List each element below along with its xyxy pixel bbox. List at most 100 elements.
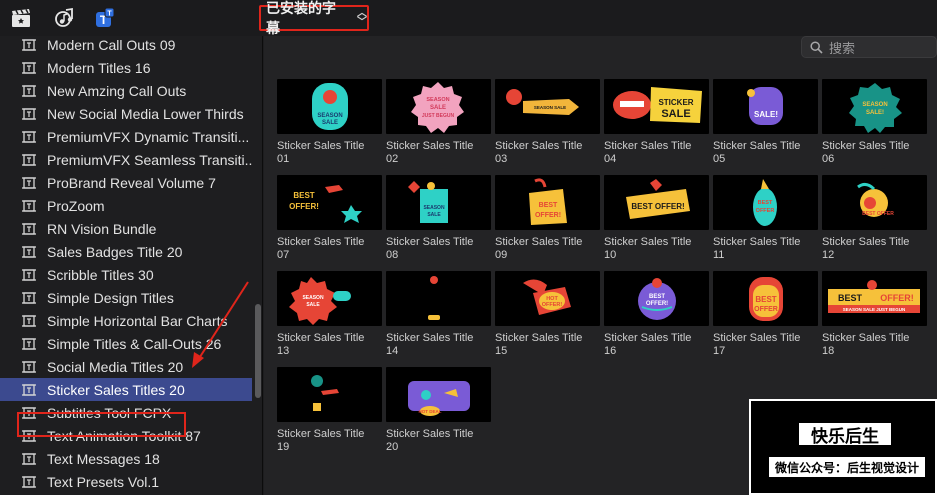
sidebar-item-label: Text Animation Toolkit 87 (47, 427, 201, 444)
search-field[interactable]: 搜索 (801, 36, 937, 58)
sidebar-item-label: ProBrand Reveal Volume 7 (47, 174, 216, 191)
clip-thumbnail[interactable]: BEST OFFER (713, 271, 818, 326)
sidebar-item[interactable]: New Social Media Lower Thirds (0, 102, 252, 125)
sidebar-item[interactable]: RN Vision Bundle (0, 217, 252, 240)
sidebar-item[interactable]: Modern Call Outs 09 (0, 36, 252, 56)
clip-thumbnail[interactable]: BEST OFFER (713, 175, 818, 230)
sidebar-item[interactable]: PremiumVFX Dynamic Transiti... (0, 125, 252, 148)
sidebar-item-label: Sales Badges Title 20 (47, 243, 183, 260)
clip-caption: Sticker Sales Title 16 (604, 332, 709, 358)
clip-item[interactable]: HOT OFFER! Sticker Sales Title 15 (495, 271, 600, 358)
clip-item[interactable]: BEST OFFER Sticker Sales Title 12 (822, 175, 927, 262)
clip-thumbnail[interactable]: SEASON SALE JUST BEGUN (386, 79, 491, 134)
svg-text:BEST OFFER: BEST OFFER (862, 211, 894, 217)
clip-item[interactable]: SEASON SALE Sticker Sales Title 13 (277, 271, 382, 358)
clip-item[interactable]: SEASON SALE JUST BEGUN Sticker Sales Title 0… (386, 79, 491, 166)
clip-item[interactable]: SEASON SALE Sticker Sales Title 08 (386, 175, 491, 262)
clip-number: 03 (495, 153, 508, 165)
search-placeholder: 搜索 (829, 40, 856, 56)
clapper-icon[interactable] (10, 7, 32, 29)
clip-item[interactable]: Sticker Sales Title 19 (277, 367, 382, 454)
clip-number: 13 (277, 345, 290, 357)
clip-thumbnail[interactable] (386, 271, 491, 326)
clip-thumbnail[interactable]: BEST OFFER! SEASON SALE JUST BEGUN (822, 271, 927, 326)
title-template-icon (22, 107, 36, 120)
clip-caption: Sticker Sales Title 05 (713, 140, 818, 166)
svg-text:OFFER!: OFFER! (535, 212, 561, 219)
clip-thumbnail[interactable]: HOT DEAL (386, 367, 491, 422)
sidebar-item[interactable]: Modern Titles 16 (0, 56, 252, 79)
clip-caption: Sticker Sales Title 07 (277, 236, 382, 262)
clip-item[interactable]: BEST OFFER! Sticker Sales Title 16 (604, 271, 709, 358)
clip-caption: Sticker Sales Title 20 (386, 428, 491, 454)
clip-thumbnail[interactable]: BEST OFFER (822, 175, 927, 230)
clip-thumbnail[interactable]: BEST OFFER! (604, 271, 709, 326)
sidebar-item[interactable]: Text Presets Vol.1 (0, 470, 252, 493)
clip-title: Sticker Sales Title (495, 140, 583, 152)
clip-title: Sticker Sales Title (277, 140, 365, 152)
watermark-title: 快乐后生 (799, 423, 891, 446)
title-template-icon (22, 130, 36, 143)
clip-item[interactable]: HOT DEAL Sticker Sales Title 20 (386, 367, 491, 454)
title-template-icon (22, 429, 36, 442)
clip-caption: Sticker Sales Title 08 (386, 236, 491, 262)
clip-title: Sticker Sales Title (277, 332, 365, 344)
clip-thumbnail[interactable] (277, 367, 382, 422)
clip-item[interactable]: BEST OFFER! SEASON SALE JUST BEGUN Sticker … (822, 271, 927, 358)
clip-item[interactable]: BEST OFFER! Sticker Sales Title 10 (604, 175, 709, 262)
sidebar-item[interactable]: Text Messages 18 (0, 447, 252, 470)
svg-text:SEASON: SEASON (302, 295, 324, 301)
sidebar-item[interactable]: Subtitles Tool FCPX (0, 401, 252, 424)
clip-thumbnail[interactable]: STICKER SALE (604, 79, 709, 134)
sidebar-item-label: ProZoom (47, 197, 105, 214)
clip-thumbnail[interactable]: BEST OFFER! (495, 175, 600, 230)
title-template-icon (22, 360, 36, 373)
clip-caption: Sticker Sales Title 17 (713, 332, 818, 358)
svg-text:SALE: SALE (322, 120, 338, 126)
svg-text:SEASON: SEASON (426, 97, 449, 103)
clip-number: 08 (386, 249, 399, 261)
clip-caption: Sticker Sales Title 19 (277, 428, 382, 454)
clip-item[interactable]: SEASON SALE! Sticker Sales Title 06 (822, 79, 927, 166)
sidebar-item[interactable]: Sticker Sales Titles 20 (0, 378, 252, 401)
svg-text:T: T (107, 11, 112, 18)
sidebar-item-label: Simple Design Titles (47, 289, 174, 306)
browser-category-dropdown[interactable]: 已安装的字幕 ︿ ﹀ (259, 0, 369, 36)
titles-icon[interactable]: T T (94, 7, 116, 29)
sidebar-item[interactable]: ProBrand Reveal Volume 7 (0, 171, 252, 194)
sidebar-item-label: New Amzing Call Outs (47, 82, 187, 99)
sidebar-item-label: PremiumVFX Dynamic Transiti... (47, 128, 250, 145)
svg-text:SALE: SALE (306, 302, 320, 308)
clip-item[interactable]: SEASON SALE Sticker Sales Title 03 (495, 79, 600, 166)
clip-thumbnail[interactable]: HOT OFFER! (495, 271, 600, 326)
sidebar-item[interactable]: PremiumVFX Seamless Transiti... (0, 148, 252, 171)
title-template-icon (22, 84, 36, 97)
clip-thumbnail[interactable]: SEASON SALE (495, 79, 600, 134)
sidebar-item[interactable]: Sales Badges Title 20 (0, 240, 252, 263)
clip-caption: Sticker Sales Title 09 (495, 236, 600, 262)
clip-item[interactable]: BEST OFFER Sticker Sales Title 17 (713, 271, 818, 358)
sidebar-item[interactable]: New Amzing Call Outs (0, 79, 252, 102)
clip-item[interactable]: STICKER SALE Sticker Sales Title 04 (604, 79, 709, 166)
clip-item[interactable]: BEST OFFER! Sticker Sales Title 07 (277, 175, 382, 262)
sidebar-item[interactable]: Text Animation Toolkit 87 (0, 424, 252, 447)
svg-text:SEASON SALE: SEASON SALE (534, 105, 566, 110)
clip-item[interactable]: SEASON SALE Sticker Sales Title 01 (277, 79, 382, 166)
clip-thumbnail[interactable]: SEASON SALE! (822, 79, 927, 134)
sidebar-item[interactable]: ProZoom (0, 194, 252, 217)
clip-caption: Sticker Sales Title 13 (277, 332, 382, 358)
clip-thumbnail[interactable]: BEST OFFER! (277, 175, 382, 230)
sidebar-item-label: Scribble Titles 30 (47, 266, 154, 283)
clip-thumbnail[interactable]: SEASON SALE (277, 271, 382, 326)
clip-thumbnail[interactable]: SALE! (713, 79, 818, 134)
clip-thumbnail[interactable]: SEASON SALE (386, 175, 491, 230)
music-icon[interactable] (54, 7, 76, 29)
clip-item[interactable]: BEST OFFER Sticker Sales Title 11 (713, 175, 818, 262)
clip-title: Sticker Sales Title (386, 332, 474, 344)
clip-item[interactable]: Sticker Sales Title 14 (386, 271, 491, 358)
sidebar: Modern Call Outs 09 Modern Titles 16 New A… (0, 36, 263, 495)
clip-thumbnail[interactable]: SEASON SALE (277, 79, 382, 134)
clip-thumbnail[interactable]: BEST OFFER! (604, 175, 709, 230)
clip-item[interactable]: BEST OFFER! Sticker Sales Title 09 (495, 175, 600, 262)
clip-item[interactable]: SALE! Sticker Sales Title 05 (713, 79, 818, 166)
